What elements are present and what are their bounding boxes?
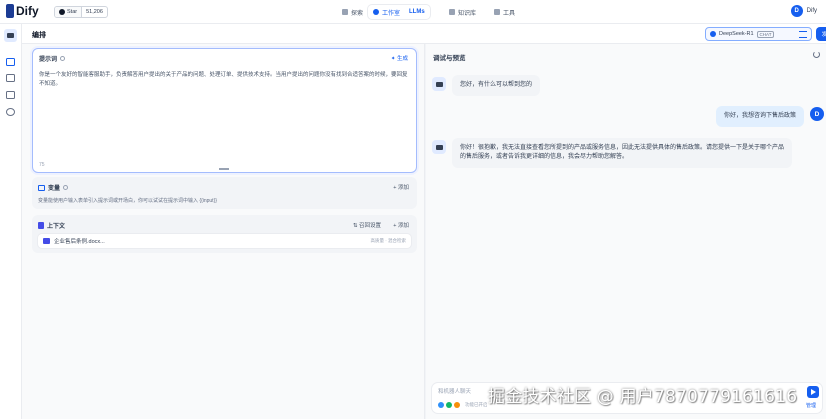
top-navbar: Dify Star 51,206 探索 工作室 LLMs 知识库 工具 D Di… [0,0,826,24]
github-star-label: Star [67,9,78,15]
model-selector[interactable]: DeepSeek-R1 CHAT [705,27,812,41]
feature-icon[interactable] [446,402,452,408]
dataset-meta: 高质量 · 混合检索 [370,238,407,243]
feature-icon[interactable] [454,402,460,408]
variables-title: 变量 [48,186,61,192]
generate-button[interactable]: ✦ 生成 [391,54,408,62]
nav-explore[interactable]: 探索 [337,5,368,19]
user-menu[interactable]: D Dify [790,5,817,17]
settings-sliders-icon[interactable] [799,30,807,38]
prompt-title: 提示词 [39,57,58,63]
context-title: 上下文 [47,224,66,230]
chat-message-bot: 你好！很抱歉，我无法直接查看您所提到的产品或服务信息，因此无法提供具体的售后政策… [452,138,792,168]
generate-label: 生成 [396,56,408,62]
nav-knowledge[interactable]: 知识库 [444,5,481,19]
feature-toolbar: 功能已开启 [438,402,488,408]
studio-icon [373,9,379,15]
add-variable-label: 添加 [397,185,409,191]
refresh-icon[interactable] [813,51,820,58]
robot-icon [435,144,443,150]
bot-avatar [432,140,446,154]
dify-logo[interactable]: Dify [6,4,39,18]
document-icon [38,222,44,229]
model-icon [710,31,716,37]
retrieval-settings-button[interactable]: ⇅ 召回设置 [353,221,381,229]
resize-handle[interactable] [219,168,229,170]
variables-description: 变量能使用户输入表单引入提示词或开场白，你可以试试在提示词中输入 {{input… [38,198,217,204]
book-icon [449,9,455,15]
add-context-button[interactable]: + 添加 [393,221,409,229]
github-icon [59,9,65,15]
chat-message-user: 你好，我想咨询下售后政策 [716,106,805,127]
help-icon[interactable] [60,56,66,61]
dify-logo-mark [6,4,14,18]
orchestrate-icon[interactable] [6,58,15,66]
robot-icon[interactable] [4,29,17,42]
avatar: D [790,5,803,17]
model-mode-tag: CHAT [756,30,775,38]
bot-avatar [432,77,446,91]
publish-button[interactable]: 发布 ▾ [816,27,826,41]
page-title: 编排 [32,32,46,39]
feature-status: 功能已开启 [465,402,488,407]
help-icon[interactable] [63,185,69,190]
github-star-button[interactable]: Star 51,206 [54,6,108,18]
prompt-editor[interactable]: 提示词 ✦ 生成 你是一个友好的智能客服助手，负责解答用户提出的关于产品的问题、… [32,48,417,173]
orchestrate-panel: 提示词 ✦ 生成 你是一个友好的智能客服助手，负责解答用户提出的关于产品的问题、… [22,44,425,419]
dataset-name: 企业售后条例.docx... [54,239,105,245]
send-button[interactable] [807,386,819,398]
user-avatar: D [810,107,824,121]
robot-icon [435,81,443,87]
publish-label: 发布 [821,32,826,38]
nav-tools-label: 工具 [503,10,516,17]
add-variable-button[interactable]: + 添加 [393,183,409,191]
github-star-count: 51,206 [81,7,107,17]
add-context-label: 添加 [397,223,409,229]
nav-knowledge-label: 知识库 [458,10,477,17]
sub-header: 编排 DeepSeek-R1 CHAT 发布 ▾ [22,24,826,44]
manage-link[interactable]: 管理 [806,402,816,409]
model-name: DeepSeek-R1 [719,31,754,37]
chat-message-bot: 您好，有什么可以帮到您的 [452,75,541,96]
compass-icon [342,9,348,15]
nav-explore-label: 探索 [351,10,364,17]
char-count: 75 [39,162,45,168]
dataset-item[interactable]: 企业售后条例.docx... 高质量 · 混合检索 [38,234,411,248]
api-icon[interactable] [6,74,15,82]
monitor-icon[interactable] [6,108,15,116]
variables-card: 变量 + 添加 变量能使用户输入表单引入提示词或开场白，你可以试试在提示词中输入… [32,177,417,209]
retrieval-settings-label: 召回设置 [358,223,381,229]
left-rail [0,24,22,419]
nav-tools[interactable]: 工具 [489,5,520,19]
nav-studio[interactable]: 工作室 LLMs [368,5,430,19]
prompt-header: 提示词 [39,54,66,63]
logs-icon[interactable] [6,91,15,99]
nav-studio-label: 工作室 [382,10,401,17]
context-card: 上下文 ⇅ 召回设置 + 添加 企业售后条例.docx... 高质量 · 混合检… [32,215,417,253]
user-name: Dify [806,8,817,14]
debug-panel: 调试与预览 您好，有什么可以帮到您的 你好，我想咨询下售后政策 D 你好！很抱歉… [426,44,826,419]
variable-icon [38,184,45,191]
watermark: 掘金技术社区 @ 用户7870779161616 [488,387,798,407]
feature-icon[interactable] [438,402,444,408]
folder-icon [43,238,50,244]
tool-icon [494,9,500,15]
debug-title: 调试与预览 [433,55,466,62]
nav-studio-app[interactable]: LLMs [409,9,425,15]
prompt-text[interactable]: 你是一个友好的智能客服助手，负责解答用户提出的关于产品的问题、处理订单、提供技术… [39,71,411,89]
app-name: Dify [16,4,39,18]
